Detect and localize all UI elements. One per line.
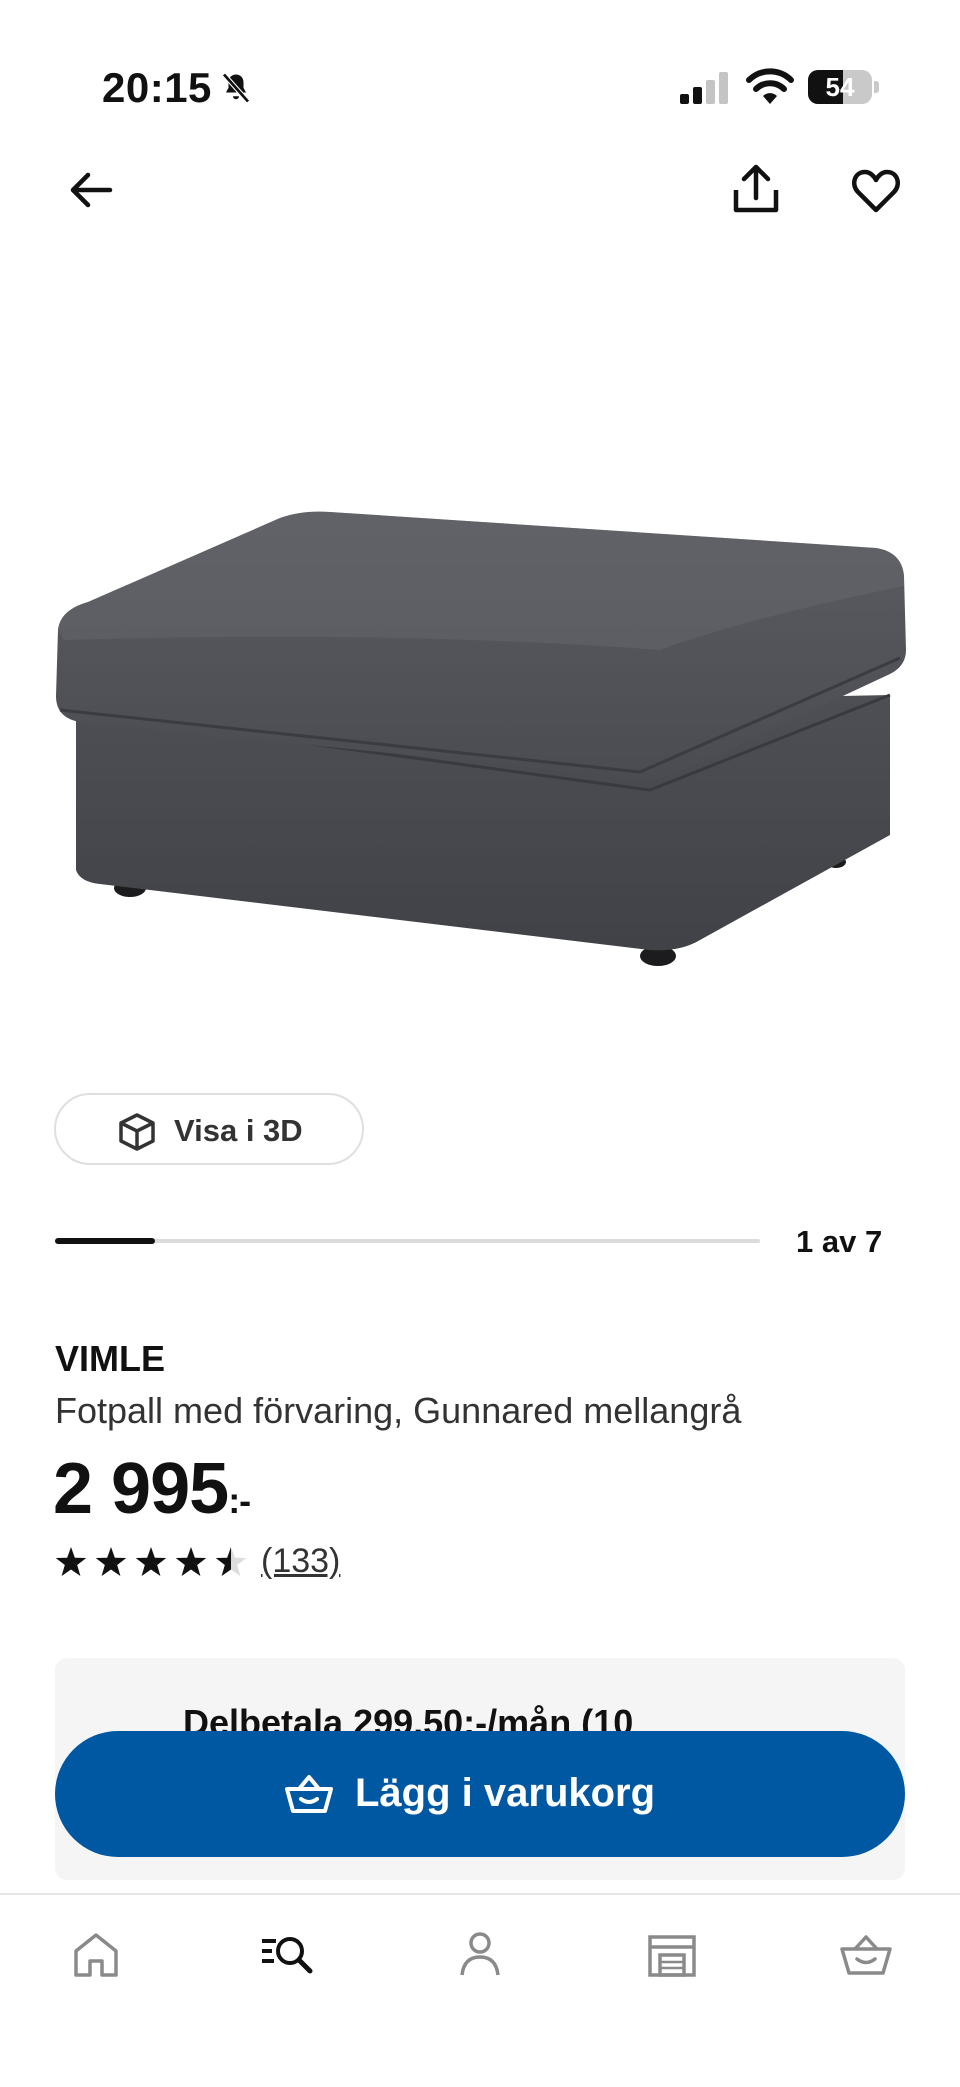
share-button[interactable] [726, 160, 786, 220]
rating-stars[interactable] [55, 1545, 255, 1581]
star-icon [95, 1547, 127, 1576]
product-brand: VIMLE [55, 1338, 166, 1379]
nav-search[interactable] [258, 1925, 318, 1985]
basket-icon [840, 1935, 892, 1975]
view-in-3d-label: Visa i 3D [174, 1113, 303, 1148]
status-time: 20:15 [102, 64, 212, 111]
product-price: 2 995:- [53, 1448, 251, 1530]
nav-home[interactable] [66, 1925, 126, 1985]
wifi-icon [746, 68, 794, 104]
store-icon [648, 1935, 696, 1977]
add-to-cart-label: Lägg i varukorg [355, 1771, 656, 1815]
back-button[interactable] [60, 160, 120, 220]
gallery-position: 1 av 7 [796, 1224, 883, 1259]
profile-icon [460, 1932, 500, 1976]
product-image[interactable] [40, 490, 920, 980]
signal-icon [680, 72, 728, 104]
nav-store[interactable] [642, 1925, 702, 1985]
gallery-progress-fill [55, 1238, 156, 1244]
product-description: Fotpall med förvaring, Gunnared mellangr… [55, 1390, 742, 1431]
star-icon [55, 1547, 87, 1576]
home-icon [74, 1933, 118, 1977]
bell-slash-icon [222, 72, 250, 104]
price-value: 2 995 [53, 1449, 229, 1529]
favorite-button[interactable] [846, 160, 906, 220]
cube-icon [119, 1113, 155, 1151]
nav-basket[interactable] [836, 1925, 896, 1985]
gallery-progress [55, 1238, 760, 1244]
star-icon [135, 1547, 167, 1576]
add-to-cart-button[interactable]: Lägg i varukorg [55, 1731, 905, 1857]
heart-icon [852, 169, 900, 213]
view-in-3d-button[interactable]: Visa i 3D [54, 1093, 364, 1165]
price-suffix: :- [228, 1480, 251, 1521]
battery-icon: 54 [808, 70, 880, 104]
review-count-link[interactable]: (133) [261, 1542, 340, 1581]
search-icon [262, 1937, 313, 1974]
nav-profile[interactable] [450, 1925, 510, 1985]
arrow-left-icon [70, 172, 113, 208]
bottom-nav [0, 1893, 960, 2087]
star-icon [175, 1547, 207, 1576]
basket-icon [285, 1775, 333, 1813]
share-icon [733, 164, 779, 213]
battery-level: 54 [825, 72, 855, 102]
